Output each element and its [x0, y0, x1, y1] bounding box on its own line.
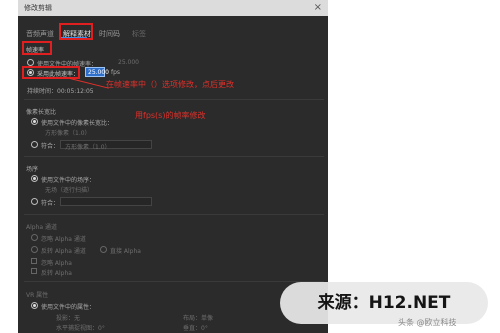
use-file-vr-radio[interactable] [31, 302, 38, 309]
alpha-check-1-label: 忽略 Alpha [41, 260, 72, 267]
alpha-check-2-label: 反转 Alpha [41, 270, 72, 277]
divider [24, 99, 324, 100]
tab-audio-channels[interactable]: 音频声道 [26, 29, 54, 39]
use-file-pixel-aspect-label: 使用文件中的像素长宽比： [41, 120, 114, 127]
fps-input[interactable]: 25.000 [85, 67, 109, 77]
alpha-option-3-label: 直接 Alpha [110, 248, 141, 255]
pixel-aspect-section-label: 像素长宽比 [26, 109, 57, 116]
divider [24, 156, 324, 157]
pixel-aspect-dropdown-value: 方形像素（1.0） [65, 144, 111, 151]
alpha-option-3-radio[interactable] [100, 246, 107, 253]
use-file-pixel-aspect-radio[interactable] [31, 118, 38, 125]
vr-horizontal-view: 水平捕捉视图：0° [56, 325, 105, 332]
dialog-titlebar: 修改剪辑 × [18, 0, 328, 16]
file-field-order-value: 无场（逐行扫描） [45, 187, 94, 194]
duration-label: 持续时间：00:05:12:05 [27, 88, 94, 95]
watermark-subtext: 头条 @欧立科技 [398, 318, 457, 327]
frame-rate-section-label: 帧速率 [26, 47, 45, 54]
alpha-option-1-label: 忽略 Alpha 通道 [41, 236, 86, 243]
page-background-left [0, 0, 18, 333]
divider [24, 281, 324, 282]
assume-frame-rate-radio[interactable] [27, 69, 34, 76]
alpha-check-2[interactable] [31, 268, 37, 274]
assume-frame-rate-label: 采用此帧速率： [37, 71, 80, 78]
conform-pixel-aspect-label: 符合： [41, 143, 60, 150]
conform-field-order-label: 符合： [41, 200, 60, 207]
annotation-secondary: 用fps(s)的帧率修改 [135, 111, 206, 120]
alpha-section-label: Alpha 通道 [26, 224, 57, 231]
file-pixel-aspect-value: 方形像素（1.0） [45, 130, 91, 137]
alpha-option-1-radio[interactable] [31, 234, 38, 241]
vr-layout: 布局：单像 [183, 315, 214, 322]
field-order-section-label: 场序 [26, 166, 39, 173]
vr-section-label: VR 属性 [26, 292, 49, 299]
dialog-title: 修改剪辑 [24, 4, 52, 12]
annotation-main: 在帧速率中（）选项修改，点后更改 [106, 80, 234, 89]
use-file-vr-label: 使用文件中的属性： [41, 304, 96, 311]
alpha-option-2-label: 反转 Alpha 通道 [41, 248, 86, 255]
tab-highlight-box [59, 23, 93, 40]
alpha-option-2-radio[interactable] [31, 246, 38, 253]
pixel-aspect-dropdown[interactable]: 方形像素（1.0） [60, 140, 152, 151]
close-icon[interactable]: × [314, 1, 322, 15]
vr-projection: 投影：无 [56, 315, 81, 322]
tab-label[interactable]: 标签 [132, 29, 146, 39]
alpha-check-1[interactable] [31, 258, 37, 264]
file-frame-rate-value: 25.000 [118, 59, 139, 66]
fps-unit-label: fps [111, 69, 121, 76]
field-order-dropdown[interactable] [60, 197, 152, 206]
use-file-frame-rate-radio[interactable] [27, 59, 34, 66]
divider [24, 214, 324, 215]
tab-timecode[interactable]: 时间码 [99, 29, 120, 39]
vr-vertical-view: 垂直：0° [183, 325, 208, 332]
conform-pixel-aspect-radio[interactable] [31, 141, 38, 148]
conform-field-order-radio[interactable] [31, 198, 38, 205]
use-file-field-order-radio[interactable] [31, 175, 38, 182]
use-file-field-order-label: 使用文件中的场序： [41, 177, 96, 184]
